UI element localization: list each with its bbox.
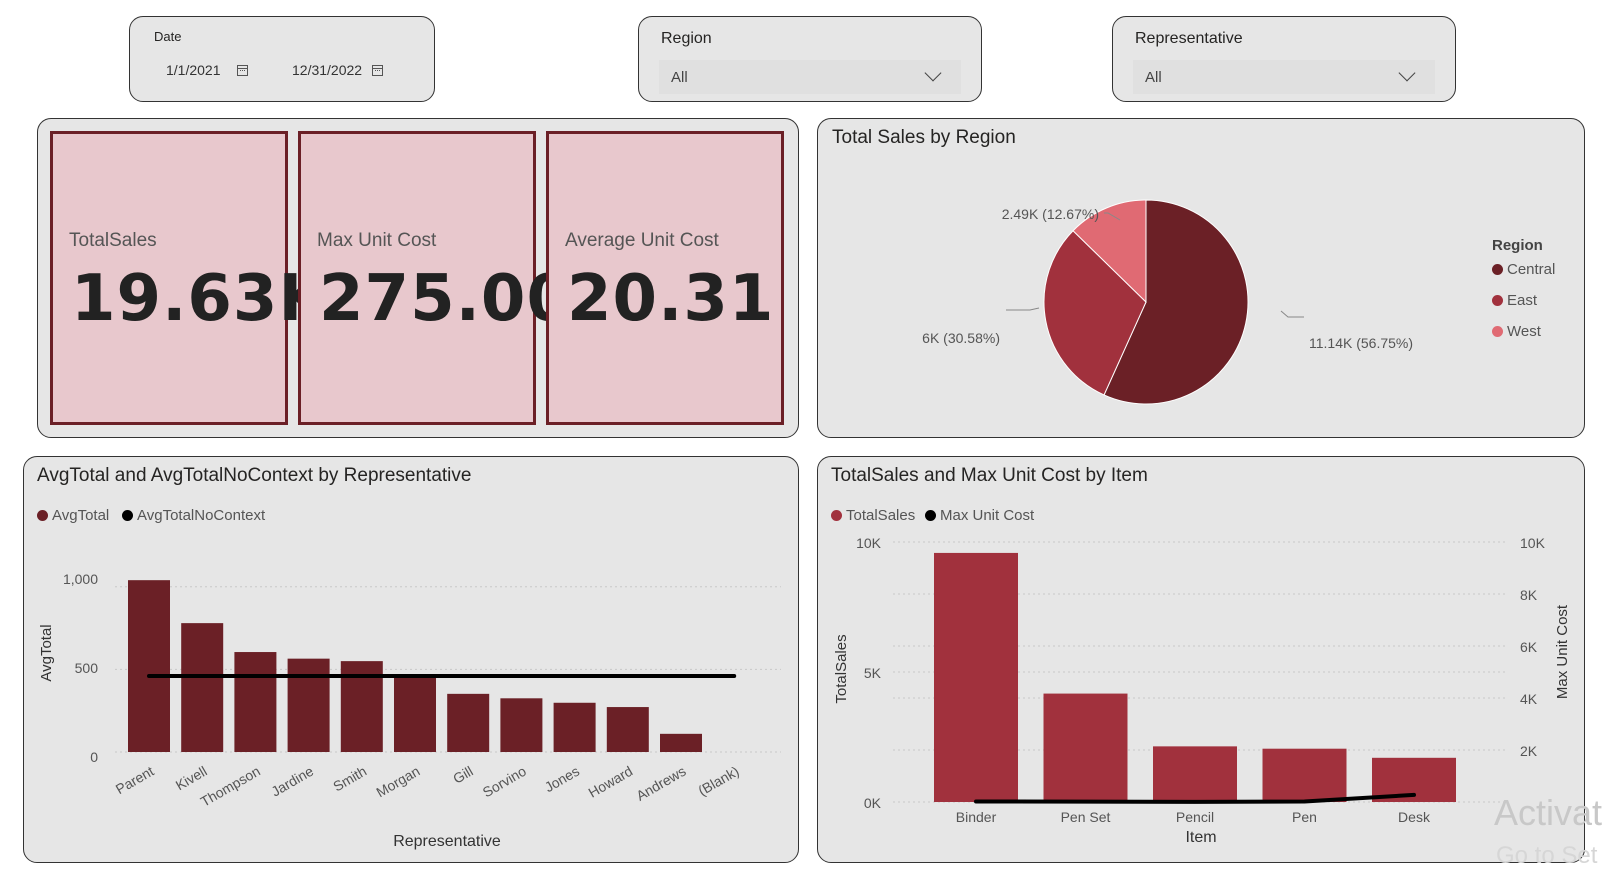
- region-slicer-title: Region: [661, 30, 712, 47]
- x-axis-title: Representative: [393, 833, 501, 850]
- item-combo-chart-panel[interactable]: TotalSales and Max Unit Cost by Item Tot…: [817, 456, 1585, 863]
- y2-tick-label: 10K: [1520, 535, 1546, 551]
- legend-item-east[interactable]: East: [1492, 292, 1537, 309]
- x-tick-label: (Blank): [695, 762, 741, 798]
- kpi-value: 19.63K: [71, 262, 330, 336]
- date-slicer: Date 1/1/2021 12/31/2022: [129, 16, 435, 102]
- bar-pen[interactable]: [1262, 748, 1346, 802]
- representative-dropdown[interactable]: All: [1133, 60, 1435, 94]
- date-start-field[interactable]: 1/1/2021: [166, 55, 276, 85]
- date-end-value: 12/31/2022: [292, 62, 363, 78]
- activation-watermark-sub: Go to Set: [1496, 842, 1598, 869]
- pie-label-east: 6K (30.58%): [922, 330, 1000, 346]
- pie-leader-line: [1280, 310, 1304, 318]
- y-tick-label: 0K: [863, 795, 881, 811]
- x-axis-title: Item: [1185, 829, 1216, 846]
- bar-morgan[interactable]: [393, 675, 436, 752]
- legend-label: West: [1507, 323, 1541, 340]
- bar-sorvino[interactable]: [499, 697, 542, 752]
- x-tick-label: Smith: [330, 762, 369, 794]
- y2-tick-label: 2K: [1520, 743, 1538, 759]
- x-tick-label: Kivell: [172, 762, 209, 793]
- bar-gill[interactable]: [446, 693, 489, 752]
- date-start-value: 1/1/2021: [166, 62, 221, 78]
- x-tick-label: Gill: [450, 762, 476, 786]
- pie-label-west: 2.49K (12.67%): [1002, 206, 1099, 222]
- x-tick-label: Andrews: [633, 762, 688, 803]
- y2-axis-title: Max Unit Cost: [1554, 604, 1571, 699]
- bar-jardine[interactable]: [287, 658, 330, 752]
- x-tick-label: Morgan: [373, 762, 422, 800]
- bar-thompson[interactable]: [233, 651, 276, 752]
- bar-howard[interactable]: [606, 706, 649, 752]
- kpi-value: 20.31: [567, 262, 775, 336]
- bar-pen-set[interactable]: [1043, 693, 1127, 802]
- legend-label: East: [1507, 292, 1538, 309]
- kpi-value: 275.00: [319, 262, 572, 336]
- representative-slicer: Representative All: [1112, 16, 1456, 102]
- pie-chart[interactable]: 11.14K (56.75%) 6K (30.58%) 2.49K (12.67…: [828, 149, 1413, 439]
- pie-leader-line: [1006, 307, 1040, 311]
- x-tick-label: Sorvino: [479, 762, 528, 800]
- bar-pencil[interactable]: [1152, 745, 1237, 802]
- y-axis-title: TotalSales: [833, 634, 850, 703]
- x-tick-label: Jones: [541, 762, 581, 795]
- date-slicer-title: Date: [154, 29, 182, 44]
- bar-parent[interactable]: [127, 579, 170, 752]
- y2-tick-label: 4K: [1520, 691, 1538, 707]
- kpi-label: Max Unit Cost: [317, 230, 437, 251]
- date-end-field[interactable]: 12/31/2022: [292, 55, 422, 85]
- x-tick-label: Pencil: [1175, 809, 1213, 825]
- x-tick-label: Parent: [112, 762, 156, 797]
- legend-item-central[interactable]: Central: [1492, 261, 1555, 278]
- region-dropdown-value: All: [671, 68, 688, 86]
- region-slicer: Region All: [638, 16, 982, 102]
- chart-title: Total Sales by Region: [832, 127, 1016, 148]
- rep-combo-chart-panel[interactable]: AvgTotal and AvgTotalNoContext by Repres…: [23, 456, 799, 863]
- x-tick-label: Pen: [1292, 809, 1317, 825]
- kpi-card-total-sales[interactable]: TotalSales 19.63K: [50, 131, 328, 425]
- x-tick-label: Howard: [585, 762, 635, 800]
- legend-title: Region: [1492, 237, 1543, 254]
- legend-label: Central: [1507, 261, 1556, 278]
- x-tick-label: Pen Set: [1060, 809, 1110, 825]
- kpi-label: TotalSales: [69, 230, 157, 251]
- bar-binder[interactable]: [933, 552, 1018, 802]
- bar-jones[interactable]: [553, 702, 596, 752]
- rep-combo-chart[interactable]: Parent KivellThompson Jardine Smith Morgan Gi…: [23, 456, 799, 863]
- representative-dropdown-value: All: [1145, 68, 1162, 86]
- y2-tick-label: 6K: [1520, 639, 1538, 655]
- activation-watermark: Activat: [1494, 792, 1603, 833]
- pie-chart-panel[interactable]: Total Sales by Region 11.14K (56.75%) 6K…: [817, 118, 1585, 438]
- y-tick-label: 500: [74, 660, 98, 676]
- bar-andrews[interactable]: [659, 733, 702, 752]
- pie-label-central: 11.14K (56.75%): [1309, 335, 1413, 351]
- legend-swatch: [1492, 326, 1503, 337]
- kpi-label: Average Unit Cost: [565, 230, 719, 251]
- chevron-down-icon: [924, 64, 942, 82]
- y-tick-label: 5K: [863, 665, 881, 681]
- y2-tick-label: 8K: [1520, 587, 1538, 603]
- x-tick-label: Thompson: [197, 762, 262, 809]
- calendar-icon[interactable]: [236, 64, 248, 76]
- chevron-down-icon: [1398, 64, 1416, 82]
- x-tick-label: Binder: [955, 809, 996, 825]
- kpi-card-average-unit-cost[interactable]: Average Unit Cost 20.31: [546, 131, 784, 425]
- x-tick-label: Jardine: [268, 762, 316, 799]
- x-tick-label: Desk: [1398, 809, 1431, 825]
- y-tick-label: 1,000: [62, 571, 97, 587]
- legend-item-west[interactable]: West: [1492, 323, 1541, 340]
- legend-swatch: [1492, 264, 1503, 275]
- item-combo-chart[interactable]: Binder Pen Set Pencil Pen Desk 10K 5K 0K 10K…: [817, 456, 1585, 863]
- calendar-icon[interactable]: [372, 64, 384, 76]
- region-dropdown[interactable]: All: [659, 60, 961, 94]
- kpi-card-max-unit-cost[interactable]: Max Unit Cost 275.00: [298, 131, 571, 425]
- representative-slicer-title: Representative: [1135, 30, 1243, 47]
- bar-kivell[interactable]: [180, 622, 223, 752]
- y-tick-label: 0: [90, 749, 98, 765]
- legend-swatch: [1492, 295, 1503, 306]
- y-tick-label: 10K: [856, 535, 882, 551]
- kpi-panel: TotalSales 19.63K Max Unit Cost 275.00 A…: [37, 118, 799, 438]
- y-axis-title: AvgTotal: [38, 624, 55, 681]
